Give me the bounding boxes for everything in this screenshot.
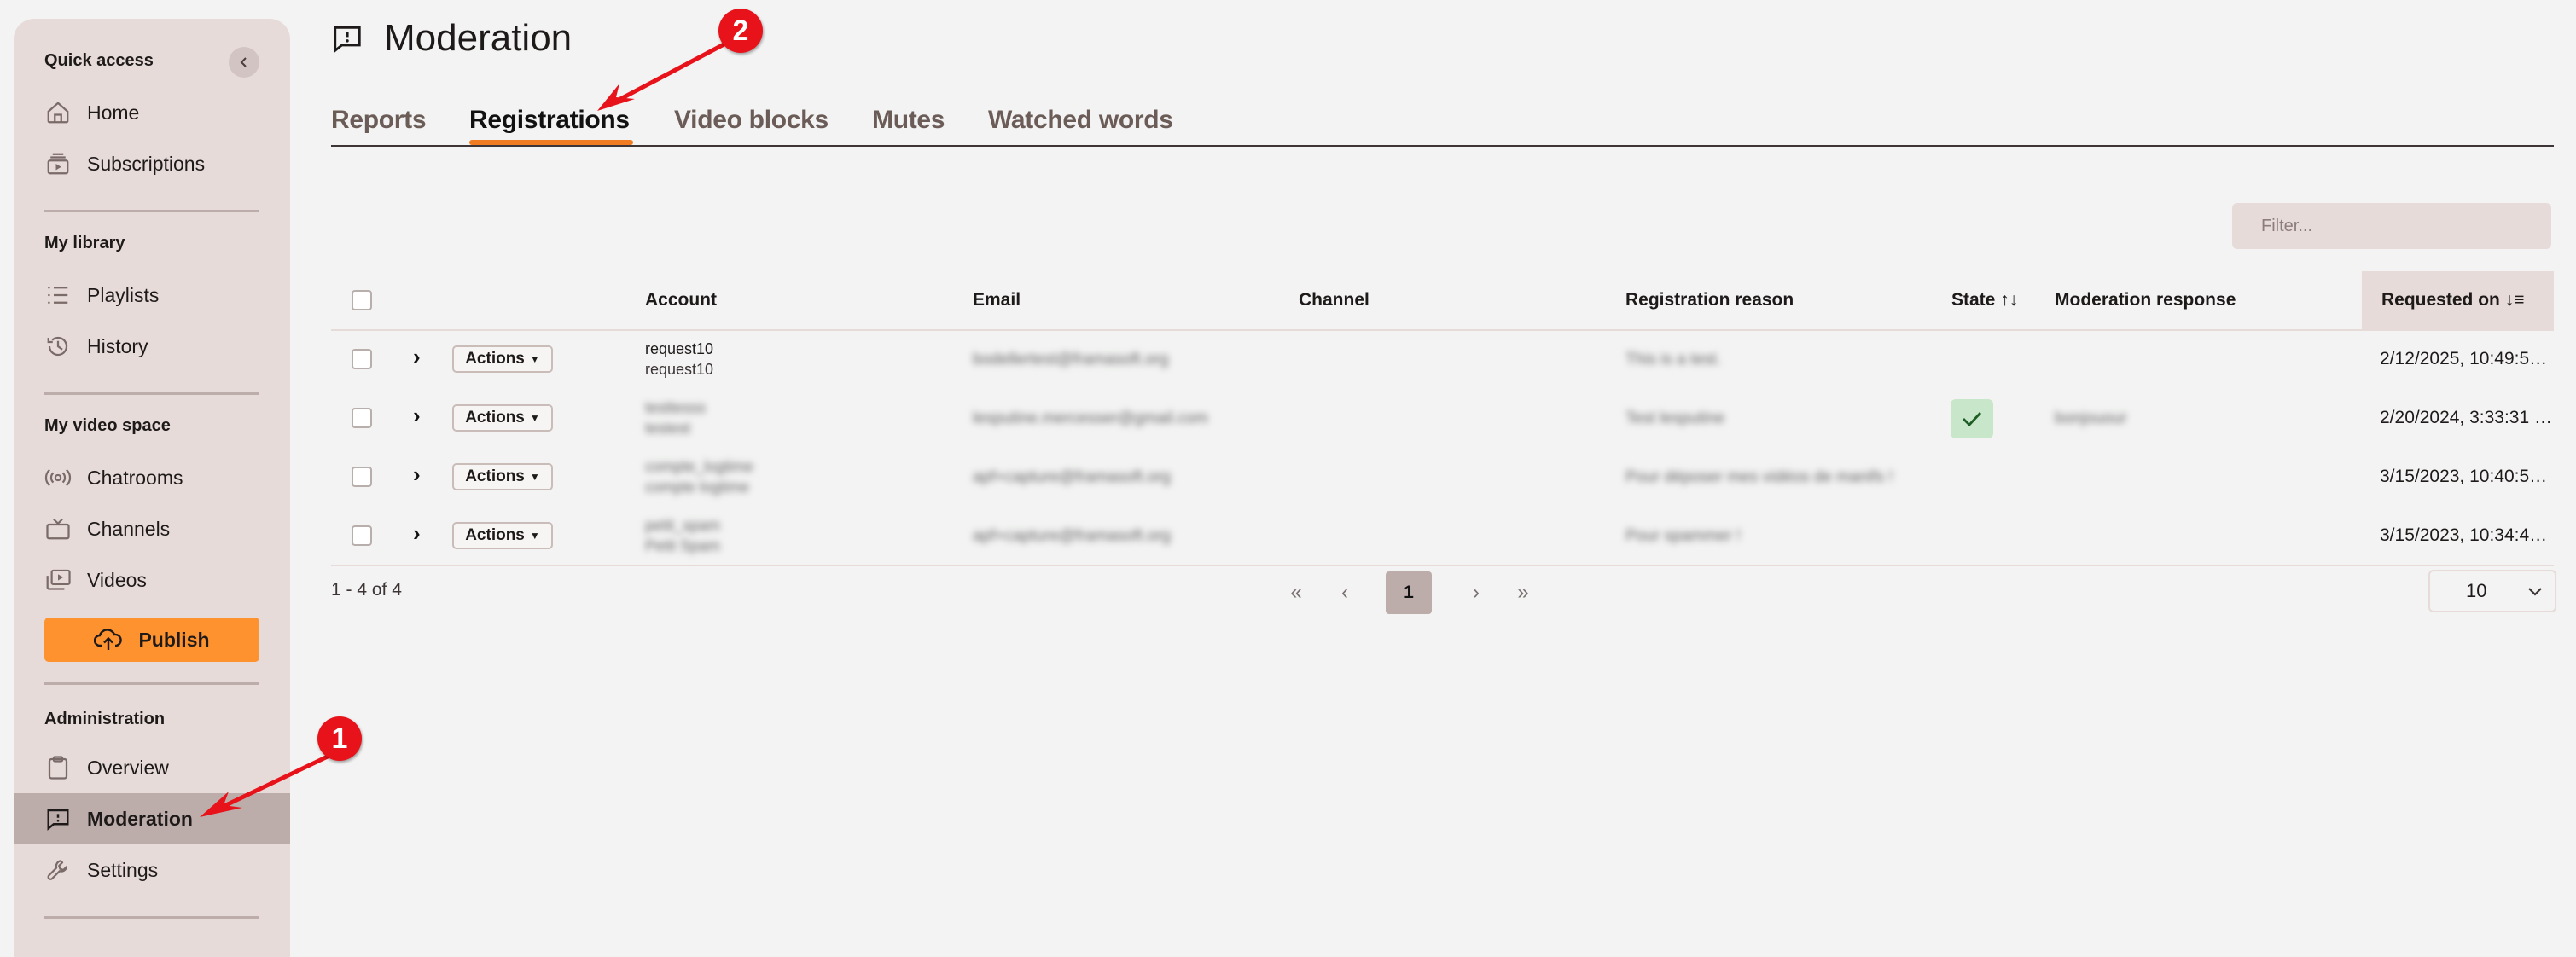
annotation-arrow-1 <box>210 753 331 815</box>
annotation-arrow-2 <box>606 38 732 108</box>
annotation-marker-2: 2 <box>718 9 763 53</box>
annotation-marker-1: 1 <box>317 716 362 761</box>
annotation-arrows <box>200 38 732 817</box>
annotation-arrowhead-2 <box>597 84 635 111</box>
annotation-arrowhead-1 <box>200 792 242 817</box>
